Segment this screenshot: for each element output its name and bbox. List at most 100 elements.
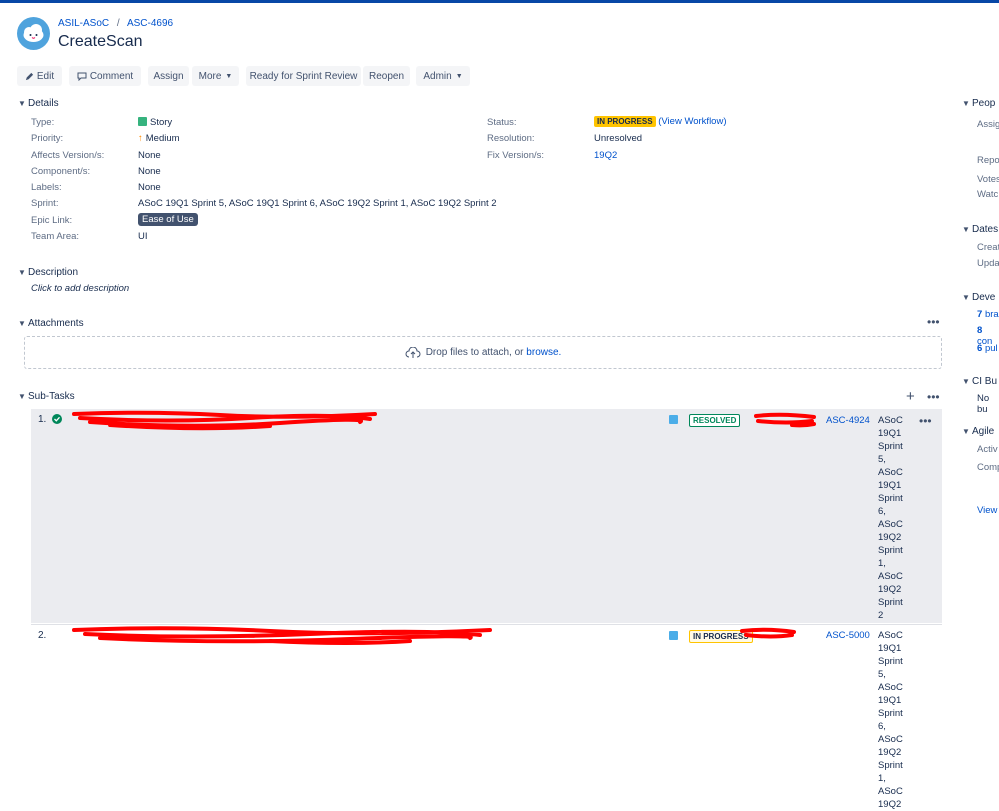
subtask-key-link[interactable]: ASC-4924	[826, 415, 870, 426]
breadcrumb-project-link[interactable]: ASIL-ASoC	[58, 18, 109, 29]
description-placeholder[interactable]: Click to add description	[31, 283, 129, 294]
more-label: More	[198, 70, 222, 82]
agile-section-toggle[interactable]: ▼ Agile	[962, 426, 994, 437]
sprint-label: Sprint:	[31, 198, 59, 209]
details-section-toggle[interactable]: ▼ Details	[18, 98, 59, 109]
dropzone-text: Drop files to attach, or	[425, 347, 524, 358]
labels-value[interactable]: None	[138, 182, 161, 193]
sprint-value[interactable]: ASoC 19Q1 Sprint 5, ASoC 19Q1 Sprint 6, …	[138, 198, 497, 209]
cloud-avatar-icon	[23, 24, 44, 42]
subtasks-more-icon[interactable]: •••	[927, 390, 940, 404]
sprint-word: Sprint	[878, 656, 903, 667]
dev-pulls-count: 6	[977, 343, 983, 354]
fix-version-value[interactable]: 19Q2	[594, 150, 617, 161]
team-area-value[interactable]: UI	[138, 231, 148, 242]
ci-section-toggle[interactable]: ▼ CI Bu	[962, 376, 997, 387]
table-row[interactable]	[31, 624, 942, 805]
comment-label: Comment	[89, 70, 134, 82]
sprint-word: 2	[878, 610, 884, 621]
ready-label: Ready for Sprint Review	[249, 70, 358, 82]
affects-version-value[interactable]: None	[138, 150, 161, 161]
fix-version-link[interactable]: 19Q2	[594, 150, 617, 161]
people-section-toggle[interactable]: ▼ Peop	[962, 98, 995, 109]
dates-section-toggle[interactable]: ▼ Dates	[962, 224, 998, 235]
development-section-toggle[interactable]: ▼ Deve	[962, 292, 995, 303]
chevron-down-icon: ▼	[962, 377, 970, 386]
watchers-label: Watc	[977, 189, 999, 200]
component-value[interactable]: None	[138, 166, 161, 177]
reporter-label: Repo	[977, 155, 999, 166]
subtask-type-icon	[669, 415, 678, 424]
sprint-word: Sprint	[878, 441, 903, 452]
sprint-word: ASoC	[878, 682, 903, 693]
sprint-word: Sprint	[878, 760, 903, 771]
attachment-dropzone[interactable]: Drop files to attach, or browse.	[24, 336, 942, 369]
sprint-word: 19Q2	[878, 747, 902, 758]
assign-button[interactable]: Assign	[148, 66, 189, 86]
chevron-down-icon: ▼	[18, 99, 26, 108]
attachments-section-toggle[interactable]: ▼ Attachments	[18, 318, 84, 329]
sprint-word: 1,	[878, 558, 886, 569]
epic-link-badge[interactable]: Ease of Use	[138, 213, 198, 226]
arrow-up-icon: ↑	[138, 133, 143, 144]
dev-commits-count: 8	[977, 325, 983, 336]
sprint-word: Sprint	[878, 708, 903, 719]
priority-text: Medium	[145, 133, 180, 144]
sprint-word: 6,	[878, 506, 886, 517]
agile-view-link[interactable]: View	[977, 505, 997, 516]
subtask-type-icon	[669, 631, 678, 640]
view-workflow-link[interactable]: (View Workflow)	[658, 116, 726, 127]
sprint-word: Sprint	[878, 545, 903, 556]
browse-link[interactable]: browse.	[526, 347, 561, 358]
sprint-word: 1,	[878, 773, 886, 784]
chevron-down-icon: ▼	[962, 225, 970, 234]
priority-value[interactable]: ↑ Medium	[138, 133, 180, 144]
dates-heading: Dates	[972, 224, 999, 235]
description-section-toggle[interactable]: ▼ Description	[18, 267, 78, 278]
sprint-word: ASoC	[878, 734, 903, 745]
chevron-down-icon: ▼	[962, 427, 970, 436]
subtasks-section-toggle[interactable]: ▼ Sub-Tasks	[18, 391, 75, 402]
table-row[interactable]	[31, 409, 942, 623]
redaction-mark	[72, 626, 492, 645]
subtasks-heading: Sub-Tasks	[28, 391, 75, 402]
status-label: Status:	[487, 117, 517, 128]
project-avatar[interactable]	[17, 17, 50, 50]
subtask-number: 2.	[38, 630, 47, 641]
chevron-down-icon: ▼	[962, 293, 970, 302]
dev-pulls-link[interactable]: 6 pul	[977, 343, 998, 354]
edit-label: Edit	[36, 70, 55, 82]
page-title[interactable]: CreateScan	[58, 33, 143, 51]
more-button[interactable]: More ▼	[192, 66, 239, 86]
breadcrumb-separator: /	[116, 18, 120, 29]
breadcrumb-issue-link[interactable]: ASC-4696	[127, 18, 173, 29]
fix-version-label: Fix Version/s:	[487, 150, 545, 161]
created-label: Creat	[977, 242, 999, 253]
dev-branches-link[interactable]: 7 bra	[977, 309, 999, 320]
ci-heading: CI Bu	[972, 376, 998, 387]
status-badge: IN PROGRESS	[594, 116, 656, 127]
row-actions-icon[interactable]: •••	[919, 414, 932, 428]
sprint-word: 19Q2	[878, 532, 902, 543]
reopen-button[interactable]: Reopen	[363, 66, 410, 86]
ready-for-sprint-review-button[interactable]: Ready for Sprint Review	[246, 66, 361, 86]
attachments-more-icon[interactable]: •••	[927, 315, 940, 329]
comment-button[interactable]: Comment	[69, 66, 141, 86]
sprint-word: 19Q1	[878, 480, 902, 491]
sprint-word: 5,	[878, 454, 886, 465]
subtask-key-link[interactable]: ASC-5000	[826, 630, 870, 641]
dev-branches-label: bra	[984, 309, 999, 320]
votes-label: Votes	[977, 174, 999, 185]
edit-button[interactable]: Edit	[17, 66, 62, 86]
sprint-word: 19Q2	[878, 584, 902, 595]
top-accent-bar	[0, 0, 999, 3]
story-icon	[138, 117, 147, 126]
sprint-word: 5,	[878, 669, 886, 680]
assign-label: Assign	[153, 70, 184, 82]
admin-button[interactable]: Admin ▼	[416, 66, 470, 86]
add-subtask-icon[interactable]: +	[906, 388, 915, 405]
redaction-mark	[72, 410, 377, 431]
status-value: IN PROGRESS (View Workflow)	[594, 116, 727, 127]
agile-heading: Agile	[972, 426, 995, 437]
sprint-word: Sprint	[878, 493, 903, 504]
